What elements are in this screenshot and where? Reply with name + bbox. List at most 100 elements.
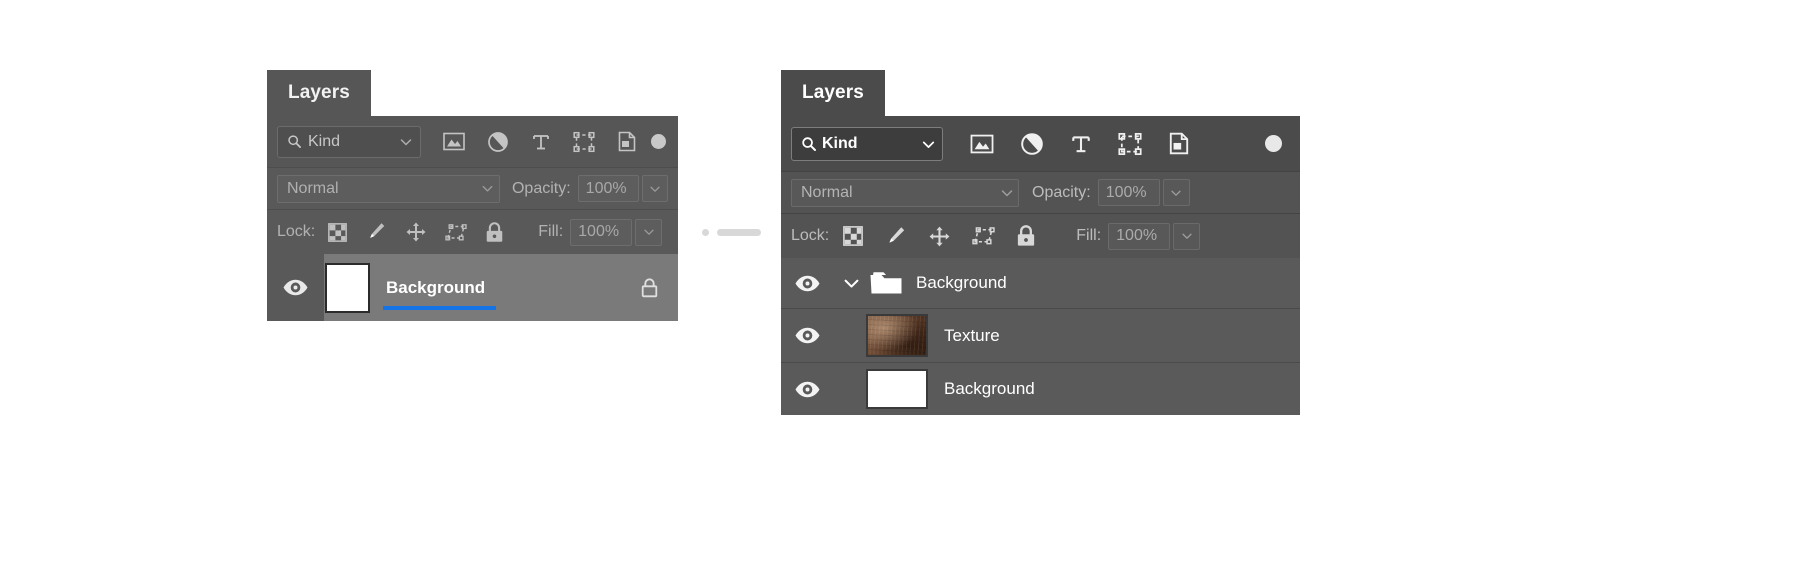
shape-layer-filter-icon[interactable]	[573, 131, 595, 153]
blend-mode-row: Normal Opacity: 100%	[781, 172, 1300, 214]
kind-filter-label: Kind	[308, 132, 341, 150]
layer-name: Texture	[944, 325, 1000, 345]
eye-icon	[282, 279, 309, 296]
lock-image-pixels-icon[interactable]	[365, 221, 387, 243]
table-row[interactable]: Background	[781, 363, 1300, 415]
chevron-down-icon[interactable]	[840, 274, 862, 293]
lock-all-icon[interactable]	[485, 221, 504, 243]
blend-mode-row: Normal Opacity: 100%	[267, 168, 678, 210]
fill-value: 100%	[1116, 227, 1158, 244]
blend-mode-value: Normal	[287, 179, 339, 197]
blend-mode-value: Normal	[801, 183, 853, 201]
adjustment-layer-filter-icon[interactable]	[1020, 132, 1044, 156]
layer-list: Background Texture Background	[781, 258, 1300, 415]
lock-transparent-pixels-icon[interactable]	[328, 222, 348, 242]
layers-panel-before: Layers Kind Normal Opacity: 100% Lock: F…	[267, 70, 678, 321]
layers-panel-after: Layers Kind Normal Opacity: 100% Lock: F…	[781, 70, 1300, 415]
lock-icons-group	[843, 225, 1036, 248]
table-row[interactable]: Background	[267, 254, 678, 321]
layer-thumbnail[interactable]	[866, 369, 928, 409]
lock-position-icon[interactable]	[405, 221, 427, 243]
panel-connector	[702, 229, 761, 236]
fill-label: Fill:	[1076, 227, 1102, 244]
fill-stepper[interactable]	[635, 218, 663, 246]
adjustment-layer-filter-icon[interactable]	[487, 131, 509, 153]
layer-row-content[interactable]: Background	[324, 254, 678, 321]
lock-all-icon[interactable]	[1016, 225, 1036, 247]
layer-filter-icons	[970, 132, 1249, 156]
layers-panel-body: Kind Normal Opacity: 100% Lock: Fill: 10…	[267, 116, 678, 321]
connector-dot	[702, 229, 709, 236]
blend-mode-select[interactable]: Normal	[277, 174, 500, 203]
texture-thumbnail-grain	[868, 316, 926, 355]
lock-label: Lock:	[277, 223, 316, 240]
type-layer-filter-icon[interactable]	[1070, 133, 1092, 155]
layer-filter-row: Kind	[781, 116, 1300, 172]
folder-icon	[869, 270, 903, 296]
search-icon	[287, 134, 302, 149]
tab-layers[interactable]: Layers	[267, 70, 371, 116]
chevron-down-icon	[999, 185, 1014, 200]
table-row[interactable]: Texture	[781, 309, 1300, 363]
fill-input[interactable]: 100%	[1108, 222, 1171, 250]
chevron-down-icon	[480, 181, 495, 196]
opacity-input[interactable]: 100%	[577, 175, 639, 202]
filter-toggle-switch[interactable]	[651, 134, 666, 149]
opacity-label: Opacity:	[1032, 183, 1091, 201]
opacity-input[interactable]: 100%	[1097, 179, 1160, 206]
layer-visibility-toggle[interactable]	[781, 327, 833, 344]
tab-layers-label: Layers	[802, 82, 864, 103]
shape-layer-filter-icon[interactable]	[1118, 132, 1142, 156]
chevron-down-icon	[920, 136, 936, 152]
lock-icon[interactable]	[641, 277, 658, 298]
tab-layers-label: Layers	[288, 82, 350, 103]
pixel-layer-filter-icon[interactable]	[443, 132, 465, 151]
fill-stepper[interactable]	[1173, 222, 1201, 250]
smart-object-filter-icon[interactable]	[617, 131, 637, 152]
lock-artboard-nesting-icon[interactable]	[445, 223, 467, 242]
lock-row: Lock: Fill: 100%	[267, 210, 678, 254]
opacity-stepper[interactable]	[1162, 179, 1190, 206]
layer-thumbnail[interactable]	[866, 314, 928, 357]
search-icon	[801, 136, 816, 151]
chevron-down-icon	[398, 134, 414, 150]
kind-filter-dropdown[interactable]: Kind	[277, 125, 421, 158]
opacity-stepper[interactable]	[641, 175, 668, 202]
table-row[interactable]: Background	[781, 258, 1300, 309]
fill-input[interactable]: 100%	[570, 218, 633, 246]
opacity-label: Opacity:	[511, 179, 571, 197]
tab-layers[interactable]: Layers	[781, 70, 885, 116]
kind-filter-dropdown[interactable]: Kind	[791, 126, 943, 161]
layer-visibility-toggle[interactable]	[781, 381, 833, 398]
lock-icons-group	[328, 221, 504, 243]
fill-value: 100%	[578, 223, 620, 240]
layer-visibility-toggle[interactable]	[781, 275, 833, 292]
kind-filter-label: Kind	[822, 134, 858, 152]
lock-transparent-pixels-icon[interactable]	[843, 226, 864, 246]
layer-filter-row: Kind	[267, 116, 678, 168]
smart-object-filter-icon[interactable]	[1168, 132, 1190, 155]
lock-image-pixels-icon[interactable]	[884, 225, 907, 248]
layer-visibility-toggle[interactable]	[267, 279, 324, 296]
filter-toggle-switch[interactable]	[1265, 135, 1282, 152]
blend-mode-select[interactable]: Normal	[791, 178, 1019, 207]
layer-name: Background	[916, 273, 1007, 292]
eye-icon	[794, 327, 821, 344]
fill-label: Fill:	[538, 223, 564, 240]
layer-name-underline	[383, 306, 496, 310]
lock-position-icon[interactable]	[928, 225, 951, 248]
lock-artboard-nesting-icon[interactable]	[972, 226, 995, 246]
screenshot-canvas: Layers Kind Normal Opacity: 100% Lock: F…	[0, 0, 1800, 569]
connector-bar	[717, 229, 761, 236]
layers-panel-body: Kind Normal Opacity: 100% Lock: Fill: 10…	[781, 116, 1300, 415]
lock-label: Lock:	[791, 227, 830, 244]
layer-name: Background	[386, 277, 486, 297]
opacity-value: 100%	[1105, 183, 1147, 201]
opacity-value: 100%	[585, 179, 627, 197]
eye-icon	[794, 275, 821, 292]
layer-name: Background	[944, 379, 1035, 398]
layer-thumbnail[interactable]	[325, 262, 370, 313]
pixel-layer-filter-icon[interactable]	[970, 134, 994, 154]
layer-filter-icons	[443, 131, 637, 153]
type-layer-filter-icon[interactable]	[531, 132, 551, 152]
